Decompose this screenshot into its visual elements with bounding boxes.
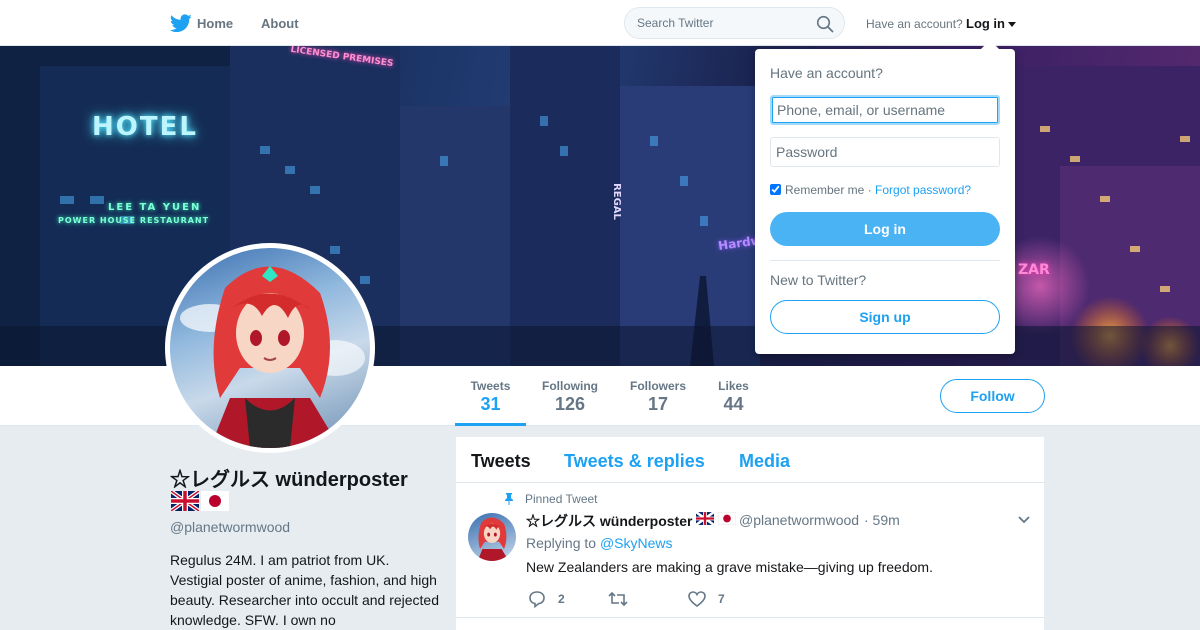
username-input[interactable] bbox=[770, 95, 1000, 125]
like-action[interactable]: 7 bbox=[688, 590, 738, 608]
replying-prefix: Replying to bbox=[526, 535, 597, 551]
tab-tweets-replies[interactable]: Tweets & replies bbox=[564, 451, 705, 472]
uk-flag-icon bbox=[171, 491, 199, 511]
banner-sign-zar: ZAR bbox=[1018, 262, 1050, 278]
pinned-label: Pinned Tweet bbox=[525, 492, 598, 506]
japan-flag-icon bbox=[718, 511, 737, 526]
stat-following[interactable]: Following 126 bbox=[534, 366, 606, 426]
heart-icon bbox=[688, 591, 706, 607]
banner-sign-hotel: HOTEL bbox=[92, 112, 198, 142]
remember-me-label: Remember me · bbox=[785, 183, 872, 197]
search-icon[interactable] bbox=[816, 15, 834, 33]
anime-girl-avatar-icon bbox=[180, 266, 365, 448]
stat-likes-value: 44 bbox=[723, 394, 744, 414]
replying-to: Replying to @SkyNews bbox=[526, 535, 673, 551]
timeline-tabs: Tweets Tweets & replies Media bbox=[456, 437, 1044, 483]
signup-button[interactable]: Sign up bbox=[770, 300, 1000, 334]
tweet-timestamp[interactable]: · 59m bbox=[864, 512, 900, 528]
stat-likes[interactable]: Likes 44 bbox=[710, 366, 757, 426]
stat-followers-value: 17 bbox=[647, 394, 669, 414]
stat-followers[interactable]: Followers 17 bbox=[622, 366, 694, 426]
banner-sign-restaurant: POWER HOUSE RESTAURANT bbox=[58, 216, 210, 225]
chevron-down-icon[interactable] bbox=[1018, 516, 1030, 524]
profile-name: ☆レグルス wünderposter bbox=[170, 469, 408, 491]
tweet-item[interactable]: Pinned Tweet ☆レグルス wünderposter @planetw… bbox=[456, 484, 1044, 618]
anime-girl-avatar-icon bbox=[477, 517, 509, 561]
top-nav: Home About Have an account? Log in bbox=[0, 0, 1200, 46]
tweet-text: New Zealanders are making a grave mistak… bbox=[526, 559, 933, 575]
have-account-text: Have an account? bbox=[866, 17, 963, 31]
reply-action[interactable]: 2 bbox=[528, 590, 578, 608]
stat-tweets-value: 31 bbox=[480, 394, 501, 414]
stat-likes-label: Likes bbox=[718, 379, 749, 393]
reply-count: 2 bbox=[558, 592, 565, 606]
banner-sign-regal: REGAL bbox=[610, 183, 622, 220]
new-to-twitter-text: New to Twitter? bbox=[770, 272, 867, 288]
nav-about-link[interactable]: About bbox=[261, 16, 299, 31]
retweet-icon bbox=[608, 591, 628, 607]
like-count: 7 bbox=[718, 592, 725, 606]
stat-followers-label: Followers bbox=[629, 379, 686, 393]
tweet-author-handle[interactable]: @planetwormwood bbox=[739, 512, 859, 528]
japan-flag-icon bbox=[201, 491, 229, 511]
tweet-avatar[interactable] bbox=[468, 513, 516, 561]
uk-flag-icon bbox=[695, 511, 715, 526]
login-button[interactable]: Log in bbox=[770, 212, 1000, 246]
forgot-password-link[interactable]: Forgot password? bbox=[875, 183, 971, 197]
remember-me-row: Remember me · Forgot password? bbox=[770, 183, 971, 197]
search-input[interactable] bbox=[637, 16, 807, 30]
profile-avatar[interactable] bbox=[165, 243, 375, 453]
stat-following-label: Following bbox=[542, 379, 598, 393]
remember-me-checkbox[interactable] bbox=[770, 184, 781, 195]
profile-handle[interactable]: @planetwormwood bbox=[170, 519, 290, 535]
pin-icon bbox=[505, 493, 513, 505]
login-dropdown-toggle[interactable]: Log in bbox=[966, 16, 1016, 31]
stat-tweets[interactable]: Tweets 31 bbox=[455, 366, 526, 426]
reply-icon bbox=[529, 591, 545, 608]
tweet-author-flags bbox=[695, 511, 737, 530]
tweet-author-name[interactable]: ☆レグルス wünderposter bbox=[526, 511, 692, 531]
password-input[interactable] bbox=[770, 137, 1000, 167]
stat-following-value: 126 bbox=[554, 394, 586, 414]
tab-media[interactable]: Media bbox=[739, 451, 790, 472]
avatar-image bbox=[170, 248, 370, 448]
search-box[interactable] bbox=[624, 7, 845, 39]
profile-bio: Regulus 24M. I am patriot from UK. Vesti… bbox=[170, 552, 440, 628]
login-dropdown: Have an account? Remember me · Forgot pa… bbox=[755, 40, 1015, 354]
banner-sign-lee-ta-yuen: LEE TA YUEN bbox=[108, 202, 202, 213]
nav-home-link[interactable]: Home bbox=[197, 16, 233, 31]
login-toggle-label: Log in bbox=[966, 16, 1005, 31]
retweet-action[interactable] bbox=[608, 590, 648, 608]
follow-button[interactable]: Follow bbox=[940, 379, 1045, 413]
timeline: Tweets Tweets & replies Media Pinned Twe… bbox=[456, 437, 1044, 630]
login-dropdown-title: Have an account? bbox=[770, 65, 883, 81]
stat-tweets-label: Tweets bbox=[470, 379, 511, 393]
caret-down-icon bbox=[1008, 22, 1016, 28]
tab-tweets[interactable]: Tweets bbox=[471, 451, 531, 472]
twitter-bird-icon[interactable] bbox=[170, 14, 192, 33]
replying-to-link[interactable]: @SkyNews bbox=[600, 535, 673, 551]
divider bbox=[770, 260, 1000, 261]
